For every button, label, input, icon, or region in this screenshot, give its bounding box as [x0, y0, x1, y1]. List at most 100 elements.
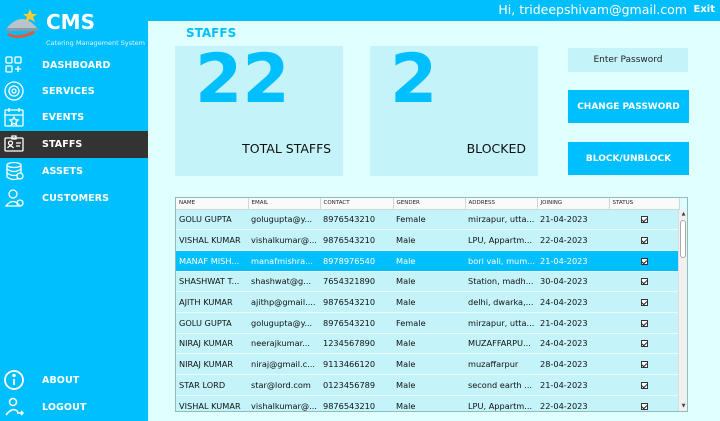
table-row[interactable]: MANAF MISH... manafmishra... 8978976540 Mal… — [176, 250, 679, 272]
cell-contact: 8976543210 — [320, 209, 393, 231]
sidebar-item-label: LOGOUT — [42, 402, 87, 413]
column-header-gender[interactable]: GENDER — [393, 198, 466, 210]
sidebar-item-staffs[interactable]: STAFFS — [0, 131, 148, 158]
sidebar-item-label: EVENTS — [42, 112, 85, 123]
password-input[interactable] — [568, 48, 688, 72]
cell-joining: 24-04-2023 — [537, 333, 609, 355]
info-icon — [3, 369, 25, 391]
sidebar-item-logout[interactable]: LOGOUT — [0, 394, 148, 421]
table-row[interactable]: GOLU GUPTA golugupta@y... 8976543210 Female… — [176, 209, 679, 231]
sidebar-item-services[interactable]: SERVICES — [0, 78, 148, 105]
cell-name: GOLU GUPTA — [176, 312, 248, 334]
status-checkbox[interactable] — [640, 361, 648, 369]
cell-address: LPU, Appartm... — [465, 229, 537, 251]
sidebar-item-label: STAFFS — [42, 139, 83, 150]
cell-status — [609, 374, 679, 396]
column-header-contact[interactable]: CONTACT — [320, 198, 394, 210]
column-header-address[interactable]: ADDRESS — [465, 198, 538, 210]
status-checkbox[interactable] — [640, 216, 648, 224]
cell-gender: Male — [393, 229, 465, 251]
cell-status — [609, 353, 679, 375]
total-staffs-label: TOTAL STAFFS — [242, 141, 331, 156]
cell-contact: 9876543210 — [320, 291, 393, 313]
table-row[interactable]: STAR LORD star@lord.com 0123456789 Male seco… — [176, 374, 679, 396]
status-checkbox[interactable] — [640, 237, 648, 245]
staff-table: NAME EMAIL CONTACT GENDER ADDRESS JOININ… — [175, 197, 688, 412]
id-card-icon — [3, 133, 25, 155]
calendar-icon — [3, 106, 25, 128]
user-icon — [3, 187, 25, 209]
cell-email: niraj@gmail.c... — [248, 353, 320, 375]
cell-gender: Male — [393, 271, 465, 293]
cell-name: AJITH KUMAR — [176, 291, 248, 313]
status-checkbox[interactable] — [640, 278, 648, 286]
cell-address: mirzapur, utta... — [465, 209, 537, 231]
blocked-label: BLOCKED — [466, 141, 526, 156]
cell-name: SHASHWAT T... — [176, 271, 248, 293]
cell-gender: Male — [393, 374, 465, 396]
main-panel: STAFFS 22 TOTAL STAFFS 2 BLOCKED CHANGE … — [148, 21, 720, 421]
cell-status — [609, 312, 679, 334]
blocked-card: 2 BLOCKED — [370, 40, 538, 176]
sidebar-item-events[interactable]: EVENTS — [0, 104, 148, 131]
user-greeting: Hi, trideepshivam@gmail.com — [498, 2, 687, 17]
cell-address: delhi, dwarka,... — [465, 291, 537, 313]
change-password-button[interactable]: CHANGE PASSWORD — [568, 90, 689, 123]
column-header-name[interactable]: NAME — [176, 198, 249, 210]
scroll-up-arrow-icon[interactable]: ▲ — [680, 211, 687, 218]
cell-name: STAR LORD — [176, 374, 248, 396]
cell-joining: 21-04-2023 — [537, 209, 609, 231]
cell-email: star@lord.com — [248, 374, 320, 396]
exit-button[interactable]: Exit — [694, 4, 716, 15]
brand-title: CMS — [46, 10, 95, 34]
cell-joining: 22-04-2023 — [537, 395, 609, 411]
cell-joining: 24-04-2023 — [537, 291, 609, 313]
column-header-joining[interactable]: JOINING — [537, 198, 610, 210]
cell-contact: 1234567890 — [320, 333, 393, 355]
cell-address: mirzapur, utta... — [465, 312, 537, 334]
status-checkbox[interactable] — [640, 319, 648, 327]
sidebar-item-label: ABOUT — [42, 375, 80, 386]
table-row[interactable]: GOLU GUPTA golugupta@y... 8976543210 Female… — [176, 312, 679, 334]
sidebar-item-assets[interactable]: ASSETS — [0, 158, 148, 185]
services-icon — [3, 80, 25, 102]
sidebar-item-dashboard[interactable]: DASHBOARD — [0, 52, 148, 79]
page-title: STAFFS — [186, 26, 237, 40]
table-row[interactable]: VISHAL KUMAR vishalkumar@... 9876543210 Mal… — [176, 395, 679, 411]
table-row[interactable]: SHASHWAT T... shashwat@g... 7654321890 Male… — [176, 271, 679, 293]
sidebar-item-customers[interactable]: CUSTOMERS — [0, 185, 148, 212]
status-checkbox[interactable] — [640, 299, 648, 307]
table-row[interactable]: NIRAJ KUMAR niraj@gmail.c... 9113466120 Mal… — [176, 353, 679, 375]
cell-gender: Female — [393, 312, 465, 334]
cell-email: ajithp@gmail.... — [248, 291, 320, 313]
cell-address: Station, madh... — [465, 271, 537, 293]
scroll-down-arrow-icon[interactable]: ▼ — [680, 403, 687, 410]
table-row[interactable]: AJITH KUMAR ajithp@gmail.... 9876543210 Mal… — [176, 291, 679, 313]
status-checkbox[interactable] — [640, 402, 648, 410]
sidebar-item-about[interactable]: ABOUT — [0, 367, 148, 394]
column-header-status[interactable]: STATUS — [609, 198, 680, 210]
cell-address: bori vali, mum... — [465, 250, 537, 272]
blocked-value: 2 — [390, 40, 438, 119]
cell-gender: Male — [393, 395, 465, 411]
cell-contact: 9876543210 — [320, 229, 393, 251]
cell-email: vishalkumar@... — [248, 395, 320, 411]
cell-email: manafmishra... — [248, 250, 320, 272]
table-row[interactable]: VISHAL KUMAR vishalkumar@... 9876543210 Mal… — [176, 229, 679, 251]
scroll-thumb[interactable] — [680, 220, 686, 258]
table-scrollbar[interactable]: ▲ ▼ — [678, 210, 687, 411]
cell-name: GOLU GUPTA — [176, 209, 248, 231]
cell-contact: 9113466120 — [320, 353, 393, 375]
cell-email: golugupta@y... — [248, 209, 320, 231]
cell-joining: 28-04-2023 — [537, 353, 609, 375]
top-bar: Hi, trideepshivam@gmail.com Exit — [148, 0, 720, 21]
status-checkbox[interactable] — [640, 257, 648, 265]
cell-email: shashwat@g... — [248, 271, 320, 293]
column-header-email[interactable]: EMAIL — [248, 198, 321, 210]
table-row[interactable]: NIRAJ KUMAR neerajkumar... 1234567890 Male M… — [176, 333, 679, 355]
status-checkbox[interactable] — [640, 340, 648, 348]
cell-contact: 0123456789 — [320, 374, 393, 396]
block-unblock-button[interactable]: BLOCK/UNBLOCK — [568, 142, 689, 175]
status-checkbox[interactable] — [640, 381, 648, 389]
cell-status — [609, 271, 679, 293]
